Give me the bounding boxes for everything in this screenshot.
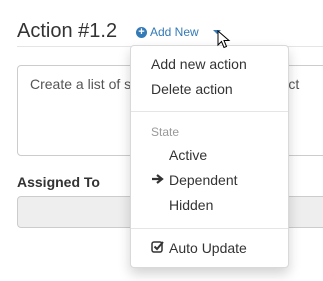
check-square-icon (151, 236, 169, 261)
menu-item-label: Add new action (151, 56, 247, 72)
menu-item-state-active[interactable]: Active (131, 143, 288, 168)
menu-item-state-dependent[interactable]: Dependent (131, 168, 288, 193)
mouse-pointer-icon (217, 30, 231, 49)
menu-divider (131, 228, 288, 229)
actions-dropdown-menu: Add new action Delete action State Activ… (130, 45, 289, 268)
add-new-button[interactable]: + Add New (136, 24, 199, 40)
description-text: Create a list of s (30, 76, 132, 92)
add-new-label: Add New (150, 25, 199, 39)
page-title: Action #1.2 (17, 20, 118, 42)
menu-item-delete-action[interactable]: Delete action (131, 77, 288, 102)
menu-item-label: Active (169, 147, 208, 163)
plus-circle-icon: + (136, 26, 147, 38)
menu-item-add-new-action[interactable]: Add new action (131, 52, 288, 77)
arrow-right-icon (151, 168, 169, 193)
menu-item-label: Delete action (151, 81, 233, 97)
menu-item-state-hidden[interactable]: Hidden (131, 193, 288, 218)
menu-divider (131, 111, 288, 112)
menu-header-state: State (151, 125, 180, 139)
assigned-to-label: Assigned To (17, 174, 100, 190)
menu-item-label: Hidden (169, 197, 214, 213)
menu-item-auto-update[interactable]: Auto Update (131, 236, 288, 261)
menu-item-label: Auto Update (169, 240, 247, 256)
menu-item-label: Dependent (169, 172, 238, 188)
